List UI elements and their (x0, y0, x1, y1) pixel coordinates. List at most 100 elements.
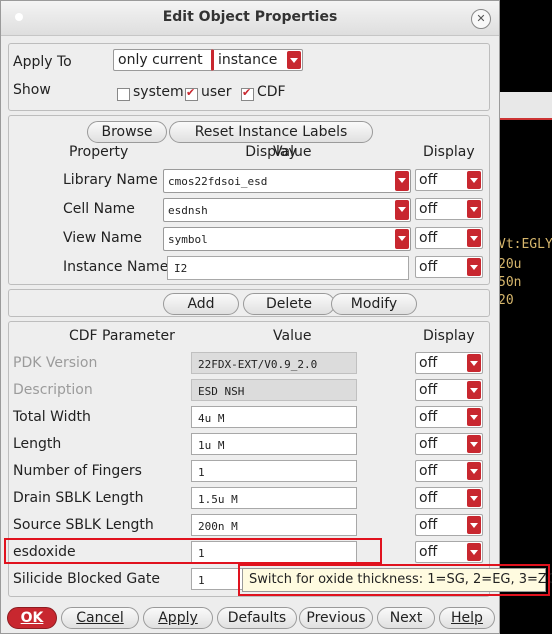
total-width-field[interactable]: 4u M (191, 406, 357, 428)
next-button[interactable]: Next (377, 607, 435, 629)
pdk-version-display-select[interactable]: off (415, 352, 483, 374)
apply-button-label: Apply (158, 610, 198, 626)
show-label: Show (13, 82, 51, 98)
cell-name-display-select[interactable]: off (415, 198, 483, 220)
total-width-value: 4u M (198, 412, 225, 425)
esdoxide-display-value: off (419, 544, 438, 560)
cdf-row-label: Source SBLK Length (13, 517, 154, 533)
library-name-label: Library Name (63, 172, 158, 188)
apply-to-scope-value: only current (118, 52, 203, 68)
esdoxide-display-select[interactable]: off (415, 541, 483, 563)
library-name-value: cmos22fdsoi_esd (168, 175, 268, 188)
chevron-down-icon (467, 354, 481, 372)
cdf-display-column-header: Display (423, 328, 475, 344)
drain-sblk-length-display-select[interactable]: off (415, 487, 483, 509)
cancel-button[interactable]: Cancel (61, 607, 139, 629)
drain-sblk-length-display-value: off (419, 490, 438, 506)
view-name-select[interactable]: symbol (163, 227, 411, 251)
view-name-value: symbol (168, 233, 208, 246)
show-system-checkbox[interactable] (117, 88, 130, 101)
number-of-fingers-display-select[interactable]: off (415, 460, 483, 482)
help-button[interactable]: Help (439, 607, 495, 629)
display-column-header: Display (423, 144, 475, 160)
defaults-button[interactable]: Defaults (217, 607, 297, 629)
chevron-down-icon (467, 408, 481, 426)
chevron-down-icon (467, 171, 481, 189)
cdf-row-label: Description (13, 382, 93, 398)
apply-to-type-select[interactable]: instance (211, 49, 303, 71)
length-field[interactable]: 1u M (191, 433, 357, 455)
tooltip-highlight-box (238, 564, 550, 596)
cdf-row-label: Silicide Blocked Gate (13, 571, 160, 587)
length-display-value: off (419, 436, 438, 452)
apply-to-label: Apply To (13, 54, 72, 70)
instance-name-label: Instance Name (63, 259, 169, 275)
library-name-select[interactable]: cmos22fdsoi_esd (163, 169, 411, 193)
chevron-down-icon (467, 489, 481, 507)
number-of-fingers-field[interactable]: 1 (191, 460, 357, 482)
instance-name-display-select[interactable]: off (415, 256, 483, 278)
ok-button[interactable]: OK (7, 607, 57, 629)
show-cdf-checkbox[interactable] (241, 86, 254, 101)
modify-button[interactable]: Modify (331, 293, 417, 315)
cdf-row-label: PDK Version (13, 355, 98, 371)
browse-button[interactable]: Browse (87, 121, 167, 143)
cdf-parameter-column-header: CDF Parameter (69, 328, 175, 344)
delete-button[interactable]: Delete (243, 293, 335, 315)
cell-name-display-value: off (419, 201, 438, 217)
description-field: ESD NSH (191, 379, 357, 401)
cdf-value-column-header: Value (273, 328, 312, 344)
view-name-display-select[interactable]: off (415, 227, 483, 249)
cdf-row-label: Number of Fingers (13, 463, 142, 479)
description-display-select[interactable]: off (415, 379, 483, 401)
drain-sblk-length-field[interactable]: 1.5u M (191, 487, 357, 509)
drain-sblk-length-value: 1.5u M (198, 493, 238, 506)
pdk-version-display-value: off (419, 355, 438, 371)
source-sblk-length-display-select[interactable]: off (415, 514, 483, 536)
number-of-fingers-value: 1 (198, 466, 205, 479)
chevron-down-icon (395, 229, 409, 249)
instance-name-value: I2 (174, 262, 188, 275)
user-property-actions-group: Add Delete Modify (8, 289, 490, 317)
pdk-version-field: 22FDX-EXT/V0.9_2.0 (191, 352, 357, 374)
background-label-width: 20u (498, 257, 522, 272)
chevron-down-icon (467, 258, 481, 276)
cancel-button-label: Cancel (76, 610, 124, 626)
chevron-down-icon (467, 229, 481, 247)
chevron-down-icon (467, 462, 481, 480)
value-column-header: Value (273, 144, 312, 160)
property-column-header: Property (69, 144, 129, 160)
source-sblk-length-display-value: off (419, 517, 438, 533)
cell-name-label: Cell Name (63, 201, 135, 217)
total-width-display-select[interactable]: off (415, 406, 483, 428)
apply-to-scope-select[interactable]: only current (113, 49, 213, 71)
apply-show-group: Apply To only current instance Show syst… (8, 43, 490, 111)
close-icon[interactable]: ✕ (471, 9, 491, 29)
source-sblk-length-field[interactable]: 200n M (191, 514, 357, 536)
view-name-label: View Name (63, 230, 142, 246)
length-display-select[interactable]: off (415, 433, 483, 455)
chevron-down-icon (467, 200, 481, 218)
help-button-label: Help (451, 610, 483, 626)
background-label-vt: Vt:EGLY (498, 237, 552, 252)
previous-button[interactable]: Previous (299, 607, 373, 629)
show-user-checkbox[interactable] (185, 86, 198, 101)
cdf-row-label: Length (13, 436, 62, 452)
chevron-down-icon (467, 435, 481, 453)
add-button[interactable]: Add (163, 293, 239, 315)
description-display-value: off (419, 382, 438, 398)
pdk-version-value: 22FDX-EXT/V0.9_2.0 (198, 358, 318, 371)
chevron-down-icon (467, 381, 481, 399)
title-bar[interactable]: Edit Object Properties ✕ (1, 1, 499, 36)
cdf-row-label: Total Width (13, 409, 91, 425)
instance-name-field[interactable]: I2 (167, 256, 409, 280)
library-name-display-select[interactable]: off (415, 169, 483, 191)
chevron-down-icon (395, 200, 409, 220)
background-toolbar-strip (492, 92, 552, 120)
cell-name-select[interactable]: esdnsh (163, 198, 411, 222)
library-name-display-value: off (419, 172, 438, 188)
total-width-display-value: off (419, 409, 438, 425)
apply-button[interactable]: Apply (143, 607, 213, 629)
apply-to-type-value: instance (218, 52, 278, 68)
reset-instance-labels-button[interactable]: Reset Instance Labels Display (169, 121, 373, 160)
